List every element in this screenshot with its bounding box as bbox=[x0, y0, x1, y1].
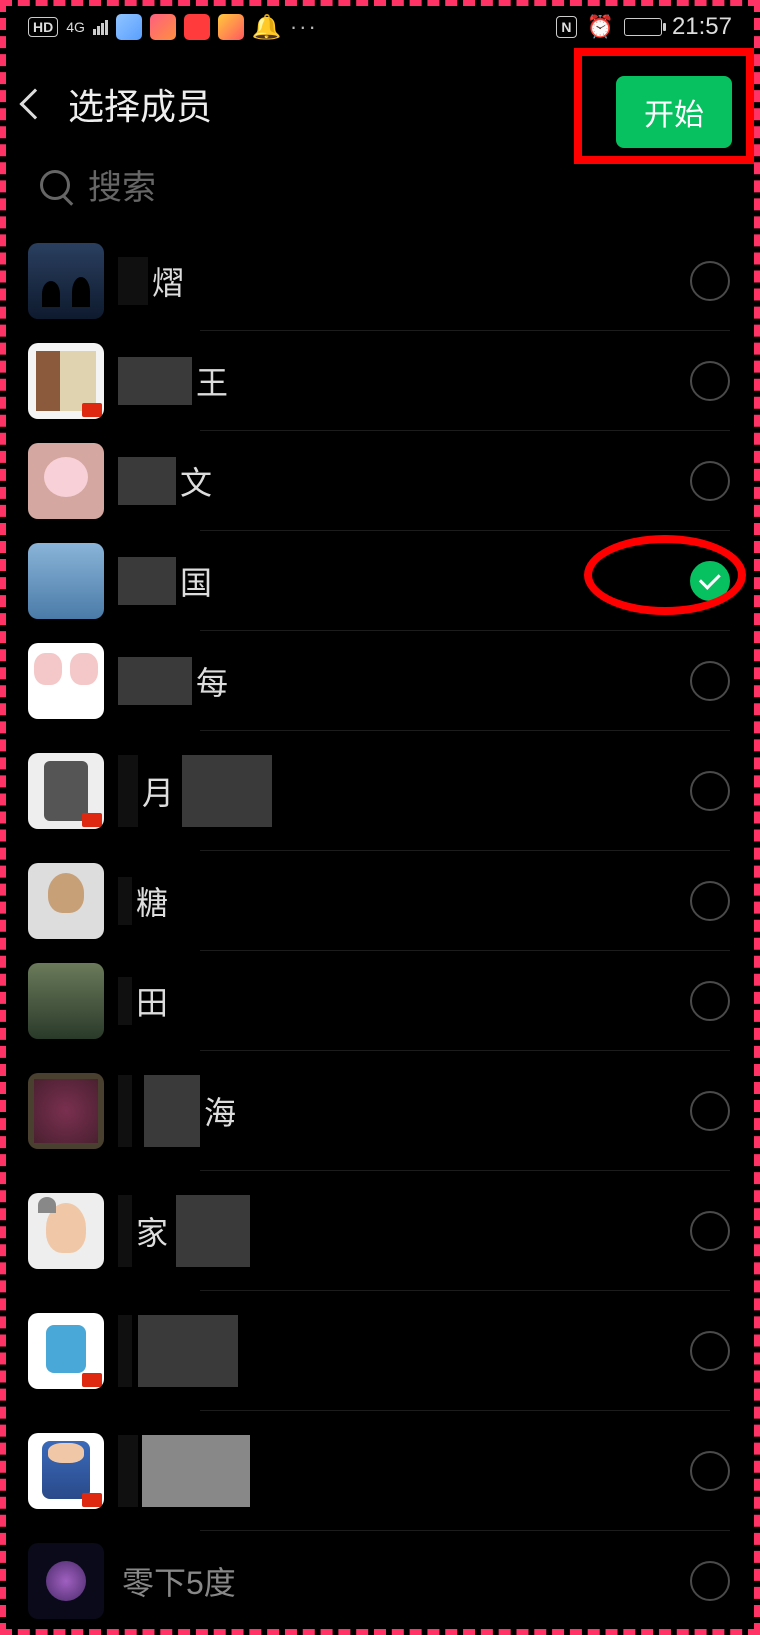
list-item[interactable]: 海 bbox=[0, 1051, 760, 1171]
list-item[interactable]: 糖 bbox=[0, 851, 760, 951]
avatar bbox=[28, 343, 104, 419]
member-name: 每 bbox=[118, 643, 690, 719]
select-circle[interactable] bbox=[690, 1091, 730, 1131]
list-item[interactable]: 田 bbox=[0, 951, 760, 1051]
member-name: 熠 bbox=[118, 243, 690, 319]
member-name: 田 bbox=[118, 963, 690, 1039]
avatar bbox=[28, 443, 104, 519]
more-notifications-icon: ··· bbox=[290, 14, 318, 40]
avatar bbox=[28, 753, 104, 829]
avatar bbox=[28, 1543, 104, 1619]
list-item[interactable] bbox=[0, 1291, 760, 1411]
app-notification-icon-2 bbox=[150, 14, 176, 40]
select-circle[interactable] bbox=[690, 661, 730, 701]
select-circle[interactable] bbox=[690, 361, 730, 401]
select-circle-checked[interactable] bbox=[690, 561, 730, 601]
member-name: 国 bbox=[118, 543, 690, 619]
clock: 21:57 bbox=[672, 13, 732, 41]
search-placeholder: 搜索 bbox=[88, 160, 156, 209]
back-icon[interactable] bbox=[19, 88, 50, 119]
select-circle[interactable] bbox=[690, 771, 730, 811]
list-item[interactable]: 国 bbox=[0, 531, 760, 631]
member-name: 王 bbox=[118, 343, 690, 419]
hd-badge: HD bbox=[28, 17, 58, 37]
select-circle[interactable] bbox=[690, 1561, 730, 1601]
app-notification-icon-1 bbox=[116, 14, 142, 40]
avatar bbox=[28, 1313, 104, 1389]
avatar bbox=[28, 963, 104, 1039]
nfc-icon: N bbox=[556, 16, 576, 38]
avatar bbox=[28, 243, 104, 319]
member-name: 月 bbox=[118, 753, 690, 829]
status-bar: HD 4G 🔔 ··· N ⏰ 21:57 bbox=[0, 0, 760, 54]
app-notification-icon-3 bbox=[184, 14, 210, 40]
app-notification-icon-4 bbox=[218, 14, 244, 40]
status-left: HD 4G 🔔 ··· bbox=[28, 13, 318, 42]
member-name: 海 bbox=[118, 1073, 690, 1149]
bell-icon: 🔔 bbox=[252, 13, 282, 42]
member-name: 文 bbox=[118, 443, 690, 519]
select-circle[interactable] bbox=[690, 261, 730, 301]
list-item[interactable]: 文 bbox=[0, 431, 760, 531]
avatar bbox=[28, 1433, 104, 1509]
select-circle[interactable] bbox=[690, 1451, 730, 1491]
avatar bbox=[28, 863, 104, 939]
signal-icon bbox=[93, 20, 108, 35]
select-circle[interactable] bbox=[690, 1331, 730, 1371]
network-4g: 4G bbox=[66, 21, 85, 33]
search-icon bbox=[40, 170, 70, 200]
select-circle[interactable] bbox=[690, 881, 730, 921]
avatar bbox=[28, 1073, 104, 1149]
status-right: N ⏰ 21:57 bbox=[556, 13, 732, 41]
nav-header: 选择成员 开始 bbox=[0, 54, 760, 154]
select-circle[interactable] bbox=[690, 1211, 730, 1251]
search-row[interactable]: 搜索 bbox=[0, 154, 760, 231]
member-list[interactable]: 熠 王 文 国 每 bbox=[0, 231, 760, 1631]
avatar bbox=[28, 1193, 104, 1269]
list-item[interactable]: 月 bbox=[0, 731, 760, 851]
list-item[interactable]: 熠 bbox=[0, 231, 760, 331]
avatar bbox=[28, 643, 104, 719]
list-item[interactable]: 家 bbox=[0, 1171, 760, 1291]
list-item[interactable] bbox=[0, 1411, 760, 1531]
member-name: 糖 bbox=[118, 863, 690, 939]
battery-icon bbox=[624, 18, 662, 36]
member-name: 零下5度 bbox=[118, 1543, 690, 1619]
list-item[interactable]: 王 bbox=[0, 331, 760, 431]
page-title: 选择成员 bbox=[68, 78, 212, 130]
member-name bbox=[118, 1433, 690, 1509]
start-button[interactable]: 开始 bbox=[616, 76, 732, 148]
list-item[interactable]: 每 bbox=[0, 631, 760, 731]
select-circle[interactable] bbox=[690, 981, 730, 1021]
avatar bbox=[28, 543, 104, 619]
alarm-icon: ⏰ bbox=[587, 14, 614, 40]
select-circle[interactable] bbox=[690, 461, 730, 501]
member-name bbox=[118, 1313, 690, 1389]
member-name: 家 bbox=[118, 1193, 690, 1269]
list-item[interactable]: 零下5度 bbox=[0, 1531, 760, 1631]
